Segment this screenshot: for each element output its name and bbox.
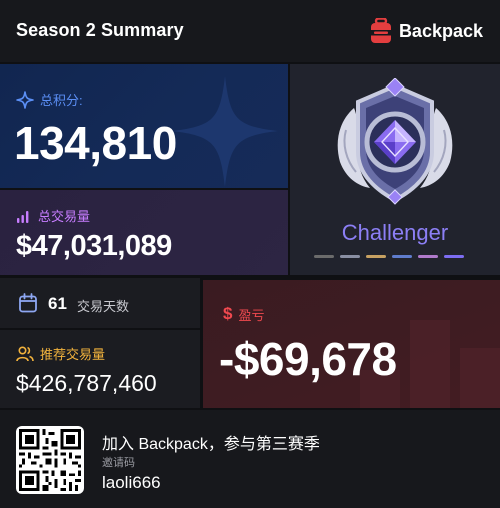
dollar-icon: $ bbox=[223, 304, 233, 323]
bar-chart-icon bbox=[17, 210, 29, 223]
referral-volume-label-text: 推荐交易量 bbox=[40, 347, 106, 362]
users-icon bbox=[16, 345, 34, 361]
brand-logo[interactable]: Backpack bbox=[370, 16, 483, 46]
total-volume-label-text: 总交易量 bbox=[38, 209, 91, 224]
tier-segment bbox=[366, 255, 386, 258]
challenger-badge-icon bbox=[337, 78, 453, 205]
total-volume-label: 总交易量 bbox=[16, 206, 90, 225]
tier-segment bbox=[392, 255, 412, 258]
rank-name: Challenger bbox=[341, 220, 449, 245]
total-points-label-text: 总积分: bbox=[40, 93, 83, 108]
pnl-label: $ 盈亏 bbox=[223, 304, 264, 324]
header: Season 2 Summary Backpack bbox=[0, 0, 500, 62]
sparkle-decoration-icon bbox=[172, 76, 278, 187]
pnl-value: -$69,678 bbox=[219, 333, 397, 385]
invite-title: 加入 Backpack，参与第三赛季 bbox=[102, 436, 320, 453]
backpack-icon bbox=[370, 18, 391, 43]
referral-volume-card: 推荐交易量 $426,787,460 bbox=[0, 330, 200, 408]
trading-days-label: 交易天数 bbox=[77, 299, 130, 314]
tier-segment bbox=[418, 255, 438, 258]
qr-code-icon[interactable] bbox=[16, 426, 84, 494]
invite-code-label: 邀请码 bbox=[102, 457, 135, 469]
brand-name: Backpack bbox=[398, 20, 483, 41]
referral-volume-value: $426,787,460 bbox=[16, 370, 157, 396]
calendar-icon bbox=[19, 293, 37, 313]
total-points-card: 总积分: 134,810 bbox=[0, 64, 288, 188]
tier-segment bbox=[444, 255, 464, 258]
tier-segment bbox=[314, 255, 334, 258]
total-volume-card: 总交易量 $47,031,089 bbox=[0, 190, 288, 275]
pnl-card: $ 盈亏 -$69,678 bbox=[203, 280, 500, 408]
invite-card: 加入 Backpack，参与第三赛季 邀请码 laoli666 bbox=[0, 410, 500, 508]
sparkle-icon bbox=[16, 90, 34, 109]
rank-tier-indicator bbox=[314, 255, 464, 258]
total-points-label: 总积分: bbox=[16, 90, 83, 109]
tier-segment bbox=[340, 255, 360, 258]
total-volume-value: $47,031,089 bbox=[16, 230, 172, 262]
trading-days-value: 61 bbox=[48, 294, 67, 313]
invite-code[interactable]: laoli666 bbox=[102, 473, 161, 493]
page-title: Season 2 Summary bbox=[16, 20, 184, 40]
referral-volume-label: 推荐交易量 bbox=[16, 344, 105, 363]
rank-card: Challenger bbox=[290, 64, 500, 275]
pnl-label-text: 盈亏 bbox=[238, 307, 265, 323]
total-points-value: 134,810 bbox=[14, 117, 177, 169]
trading-days-card: 61 交易天数 bbox=[0, 278, 200, 328]
